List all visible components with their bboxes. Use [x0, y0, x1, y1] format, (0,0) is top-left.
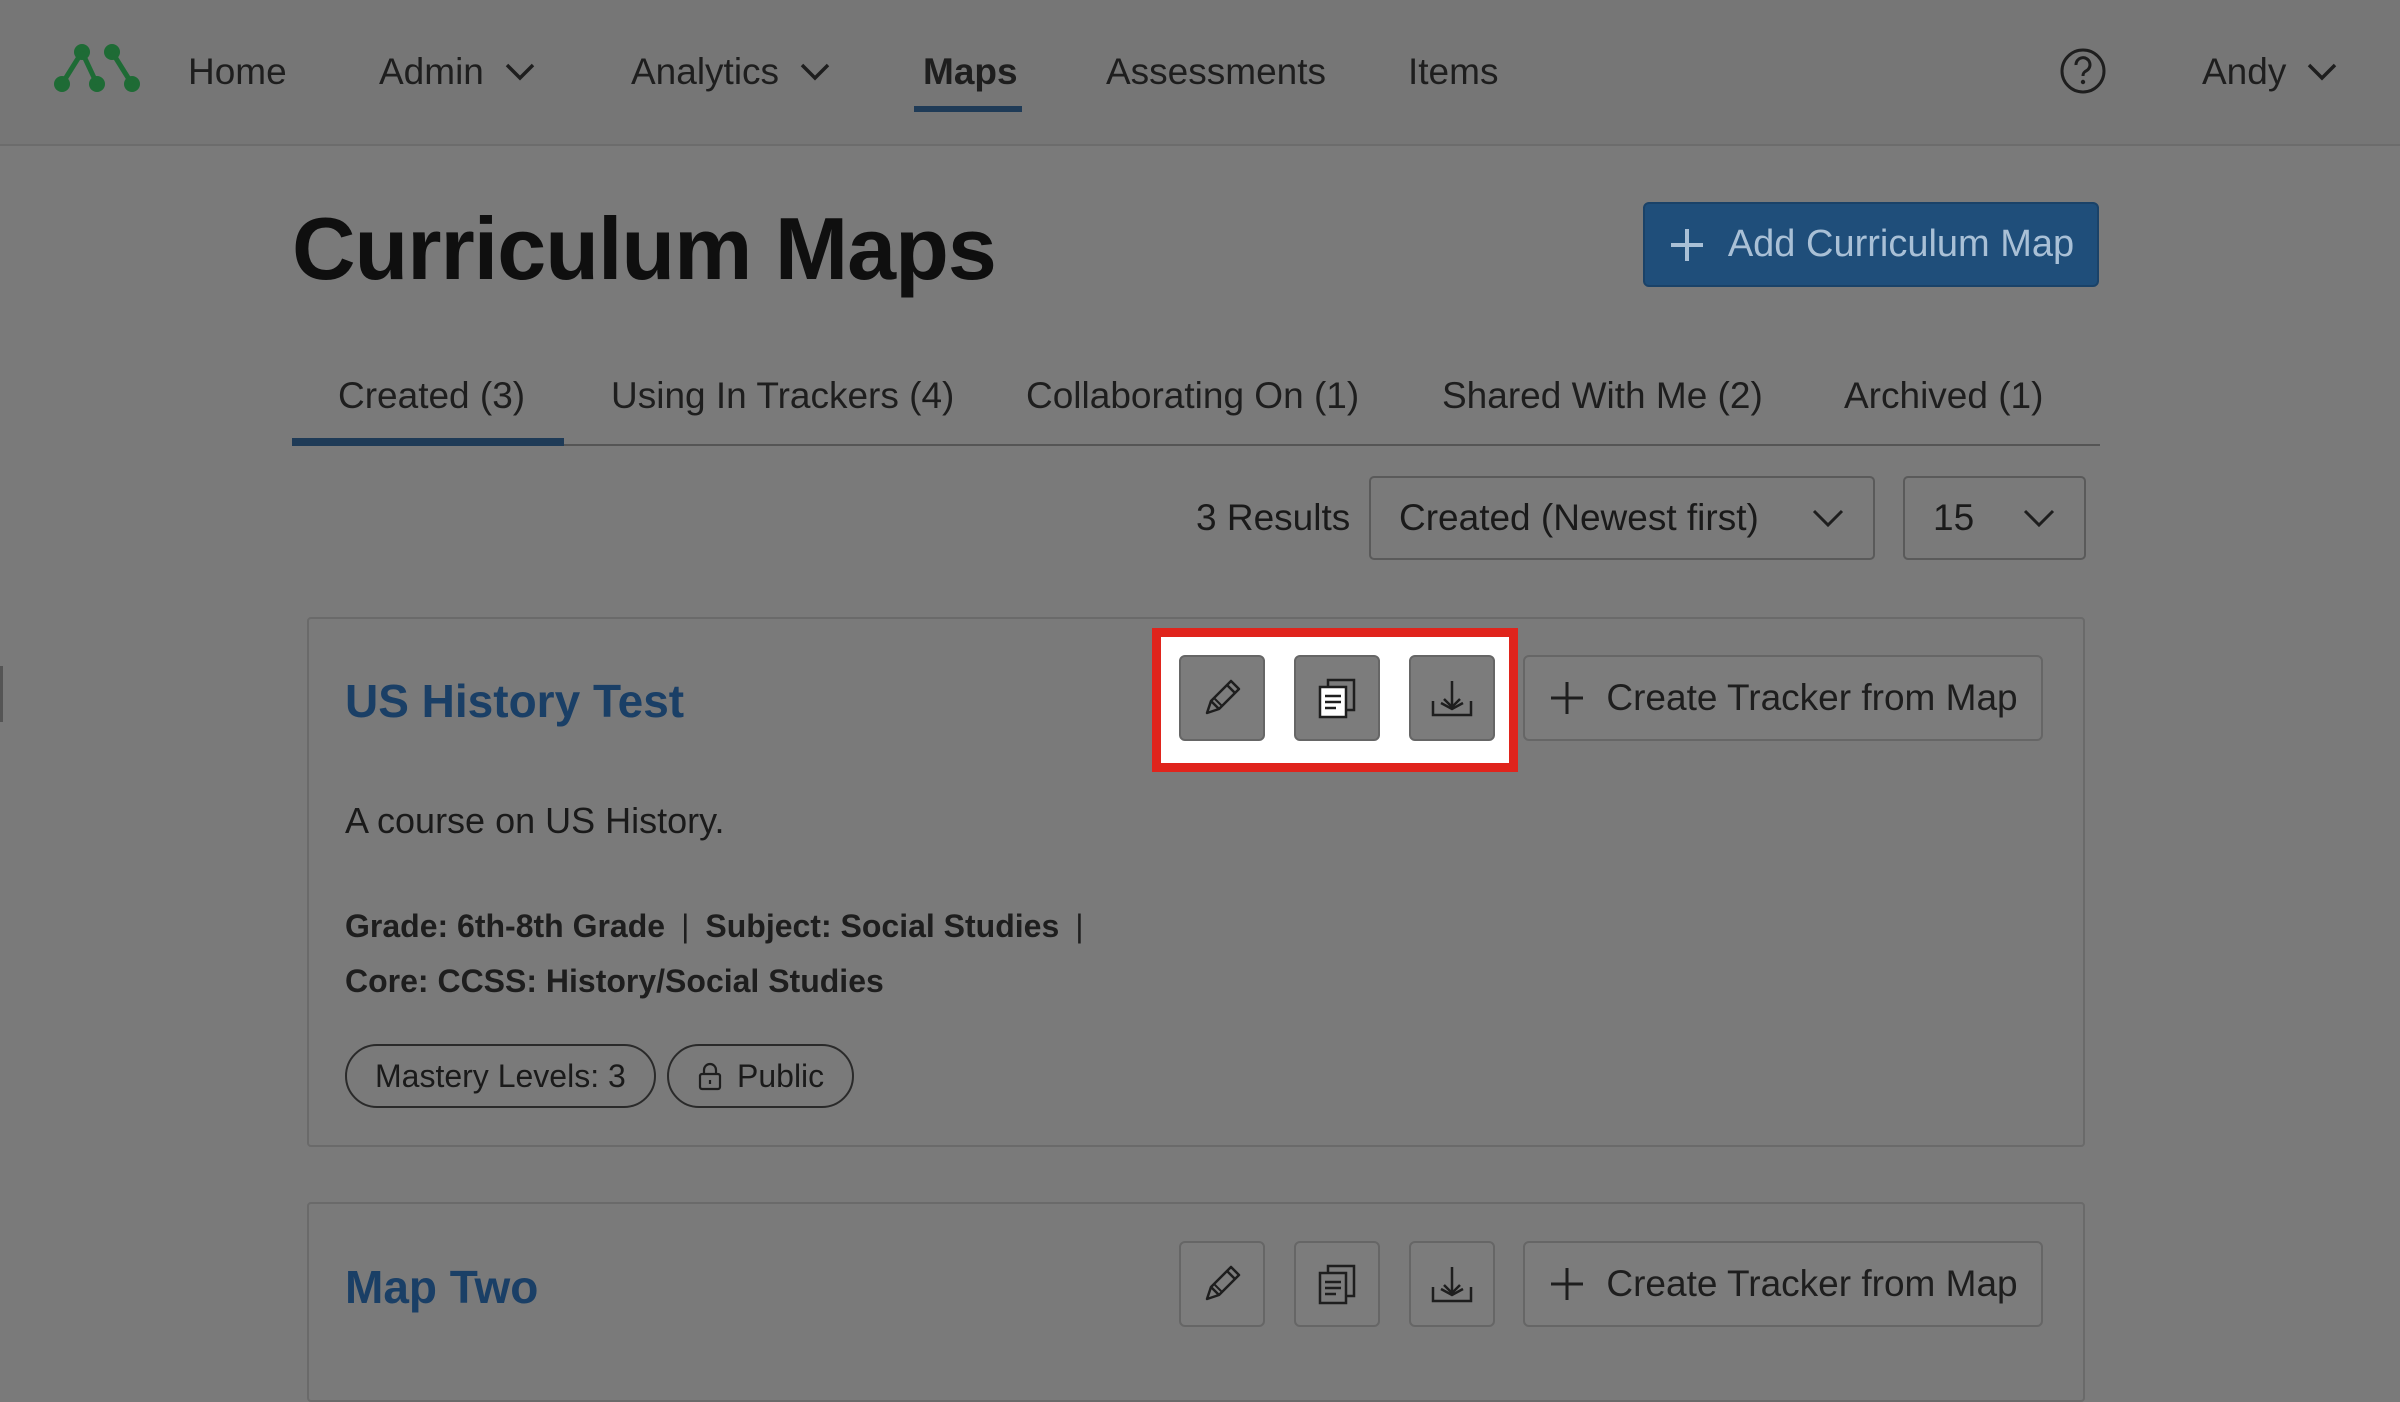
visibility-badge: Public — [667, 1044, 855, 1108]
nav-assessments-label: Assessments — [1106, 51, 1327, 92]
map-meta-line: Grade: 6th-8th Grade | Subject: Social Stu… — [345, 908, 1100, 945]
create-tracker-button[interactable]: Create Tracker from Map — [1523, 655, 2043, 741]
per-page-select-value: 15 — [1933, 497, 1975, 538]
user-name: Andy — [2202, 51, 2287, 92]
add-curriculum-map-button[interactable]: Add Curriculum Map — [1643, 202, 2099, 287]
nav-assessments[interactable]: Assessments — [1106, 44, 1326, 100]
meta-separator: | — [681, 908, 690, 944]
download-map-button[interactable] — [1409, 655, 1495, 741]
top-navigation: Home Admin Analytics Maps Assessments It… — [0, 0, 2400, 146]
meta-separator: | — [1075, 908, 1084, 944]
plus-icon — [1551, 1268, 1584, 1300]
tab-shared-with-me[interactable]: Shared With Me (2) — [1442, 366, 1763, 426]
edit-map-button[interactable] — [1179, 1241, 1265, 1327]
download-icon — [1431, 1267, 1473, 1303]
chevron-down-icon — [800, 63, 830, 81]
sort-select-value: Created (Newest first) — [1399, 497, 1759, 538]
map-title[interactable]: US History Test — [345, 674, 684, 728]
create-tracker-button[interactable]: Create Tracker from Map — [1523, 1241, 2043, 1327]
tab-using-in-trackers[interactable]: Using In Trackers (4) — [611, 366, 954, 426]
pencil-icon — [1205, 679, 1241, 715]
duplicate-icon — [1318, 678, 1356, 719]
download-icon — [1431, 681, 1473, 717]
plus-icon — [1670, 228, 1703, 261]
plus-icon — [1551, 682, 1584, 714]
nav-maps-label: Maps — [923, 51, 1018, 92]
visibility-label: Public — [737, 1057, 825, 1094]
nav-items[interactable]: Items — [1408, 44, 1498, 100]
nav-analytics[interactable]: Analytics — [631, 44, 831, 100]
duplicate-icon — [1318, 1264, 1356, 1305]
duplicate-map-button[interactable] — [1294, 655, 1380, 741]
tab-archived[interactable]: Archived (1) — [1844, 366, 2043, 426]
create-tracker-label: Create Tracker from Map — [1606, 1263, 2018, 1304]
app-logo-icon[interactable] — [52, 40, 142, 100]
nav-home-label: Home — [188, 51, 287, 92]
map-grade: Grade: 6th-8th Grade — [345, 908, 666, 944]
nav-analytics-label: Analytics — [631, 51, 780, 92]
window-edge — [0, 666, 3, 722]
pencil-icon — [1205, 1265, 1241, 1301]
nav-admin[interactable]: Admin — [379, 44, 536, 100]
add-curriculum-map-label: Add Curriculum Map — [1727, 223, 2075, 265]
nav-active-indicator — [914, 106, 1022, 112]
chevron-down-icon — [2308, 63, 2337, 81]
chevron-down-icon — [505, 63, 535, 81]
chevron-down-icon — [1812, 509, 1844, 528]
nav-home[interactable]: Home — [188, 44, 287, 100]
tab-created[interactable]: Created (3) — [338, 366, 525, 426]
results-count: 3 Results — [1196, 497, 1351, 538]
lock-icon — [698, 1062, 722, 1091]
map-title[interactable]: Map Two — [345, 1260, 538, 1314]
nav-maps[interactable]: Maps — [923, 44, 1018, 100]
map-core: Core: CCSS: History/Social Studies — [345, 963, 884, 999]
chevron-down-icon — [2023, 509, 2055, 528]
page-title: Curriculum Maps — [292, 199, 997, 298]
mastery-levels-badge: Mastery Levels: 3 — [345, 1044, 656, 1108]
create-tracker-label: Create Tracker from Map — [1606, 677, 2018, 718]
tab-active-indicator — [292, 438, 564, 446]
map-description: A course on US History. — [345, 800, 725, 841]
map-subject: Subject: Social Studies — [705, 908, 1060, 944]
user-menu[interactable]: Andy — [2202, 44, 2338, 100]
tab-collaborating-on[interactable]: Collaborating On (1) — [1026, 366, 1359, 426]
nav-admin-label: Admin — [379, 51, 484, 92]
help-icon[interactable] — [2058, 46, 2108, 96]
mastery-levels-label: Mastery Levels: 3 — [375, 1057, 626, 1094]
duplicate-map-button[interactable] — [1294, 1241, 1380, 1327]
download-map-button[interactable] — [1409, 1241, 1495, 1327]
nav-items-label: Items — [1408, 51, 1499, 92]
edit-map-button[interactable] — [1179, 655, 1265, 741]
per-page-select[interactable]: 15 — [1903, 476, 2086, 560]
sort-select[interactable]: Created (Newest first) — [1369, 476, 1875, 560]
